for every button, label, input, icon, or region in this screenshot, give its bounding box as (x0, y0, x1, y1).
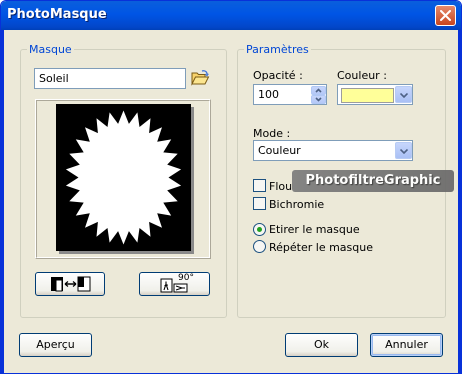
annuler-button[interactable]: Annuler (370, 333, 443, 357)
window-title: PhotoMasque (7, 7, 107, 22)
color-dropdown-button[interactable] (395, 86, 412, 103)
mode-dropdown-button[interactable] (395, 142, 412, 159)
mode-label: Mode : (253, 127, 291, 140)
opacity-spinner[interactable] (311, 86, 327, 104)
etirer-radio-dot (257, 227, 262, 232)
ok-button[interactable]: Ok (285, 333, 358, 357)
etirer-radio[interactable] (253, 223, 266, 236)
flou-label[interactable]: Flou (269, 180, 292, 193)
bichromie-label[interactable]: Bichromie (269, 198, 324, 211)
apercu-button[interactable]: Aperçu (19, 333, 92, 357)
ok-label: Ok (313, 338, 330, 351)
invert-mask-button[interactable] (35, 272, 105, 296)
masque-group-label: Masque (27, 43, 74, 56)
window-frame-right (458, 30, 461, 373)
parametres-group-label: Paramètres (244, 43, 311, 56)
chevron-up-icon (315, 88, 322, 93)
color-swatch (341, 88, 394, 103)
opacity-down-button[interactable] (311, 95, 326, 104)
mode-select[interactable]: Couleur (253, 140, 413, 161)
mask-file-field[interactable]: Soleil (34, 68, 186, 89)
watermark-badge: PhotofiltreGraphic (292, 170, 454, 192)
chevron-down-icon (315, 97, 322, 102)
bichromie-checkbox[interactable] (253, 197, 266, 210)
window-frame-left (1, 30, 4, 373)
repeter-label[interactable]: Répéter le masque (269, 241, 373, 254)
apercu-label: Aperçu (36, 338, 75, 351)
opacity-label: Opacité : (253, 69, 303, 82)
color-select[interactable] (337, 84, 413, 105)
opacity-value: 100 (258, 88, 279, 101)
chevron-down-icon (400, 149, 408, 154)
etirer-label[interactable]: Etirer le masque (269, 223, 360, 236)
rotate-90-button[interactable]: 90° (139, 272, 210, 296)
invert-mask-icon (51, 276, 91, 292)
photomasque-dialog: PhotoMasque Masque Soleil 90° Paramètres… (0, 0, 462, 374)
color-label: Couleur : (337, 69, 387, 82)
repeter-radio[interactable] (253, 240, 266, 253)
rotate-90-label: 90° (178, 273, 194, 283)
title-bar[interactable]: PhotoMasque (1, 1, 461, 30)
chevron-down-icon (400, 93, 408, 98)
mask-preview-panel (35, 99, 211, 259)
opacity-up-button[interactable] (311, 86, 326, 95)
mask-preview-image (56, 104, 194, 254)
flou-checkbox[interactable] (253, 179, 266, 192)
browse-folder-button[interactable] (190, 68, 210, 88)
mask-file-value: Soleil (39, 72, 69, 85)
close-button[interactable] (435, 5, 456, 26)
folder-open-icon (191, 70, 210, 86)
mode-value: Couleur (258, 144, 301, 157)
annuler-label: Annuler (385, 338, 428, 351)
close-icon (440, 10, 451, 21)
